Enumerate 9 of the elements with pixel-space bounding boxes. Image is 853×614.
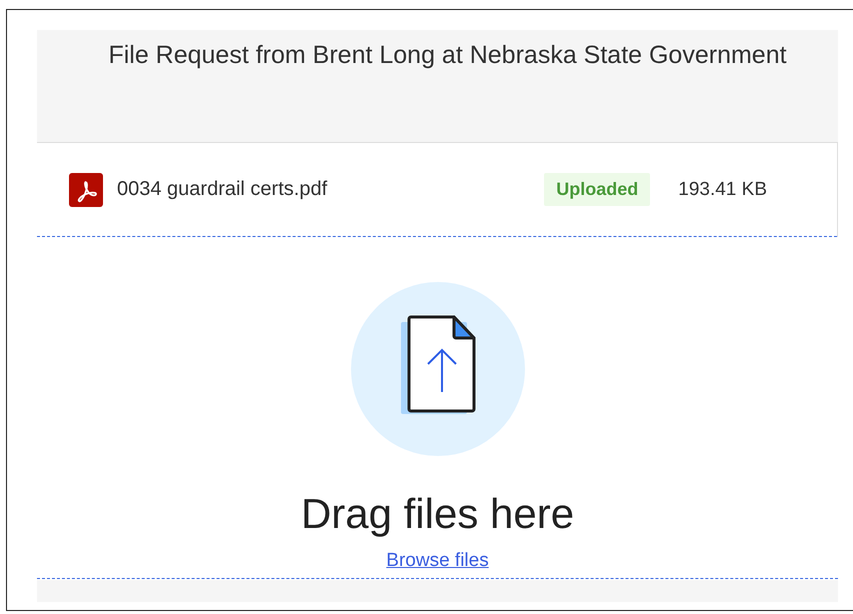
- pdf-file-icon: [69, 172, 103, 206]
- file-name: 0034 guardrail certs.pdf: [117, 178, 328, 201]
- status-badge: Uploaded: [544, 173, 650, 206]
- file-upload-icon: [350, 282, 524, 456]
- file-size: 193.41 KB: [678, 178, 767, 200]
- drop-zone[interactable]: Drag files here Browse files: [37, 237, 838, 579]
- request-title: File Request from Brent Long at Nebraska State Government: [107, 41, 788, 70]
- browse-files-link[interactable]: Browse files: [386, 550, 489, 572]
- drop-heading: Drag files here: [300, 490, 574, 538]
